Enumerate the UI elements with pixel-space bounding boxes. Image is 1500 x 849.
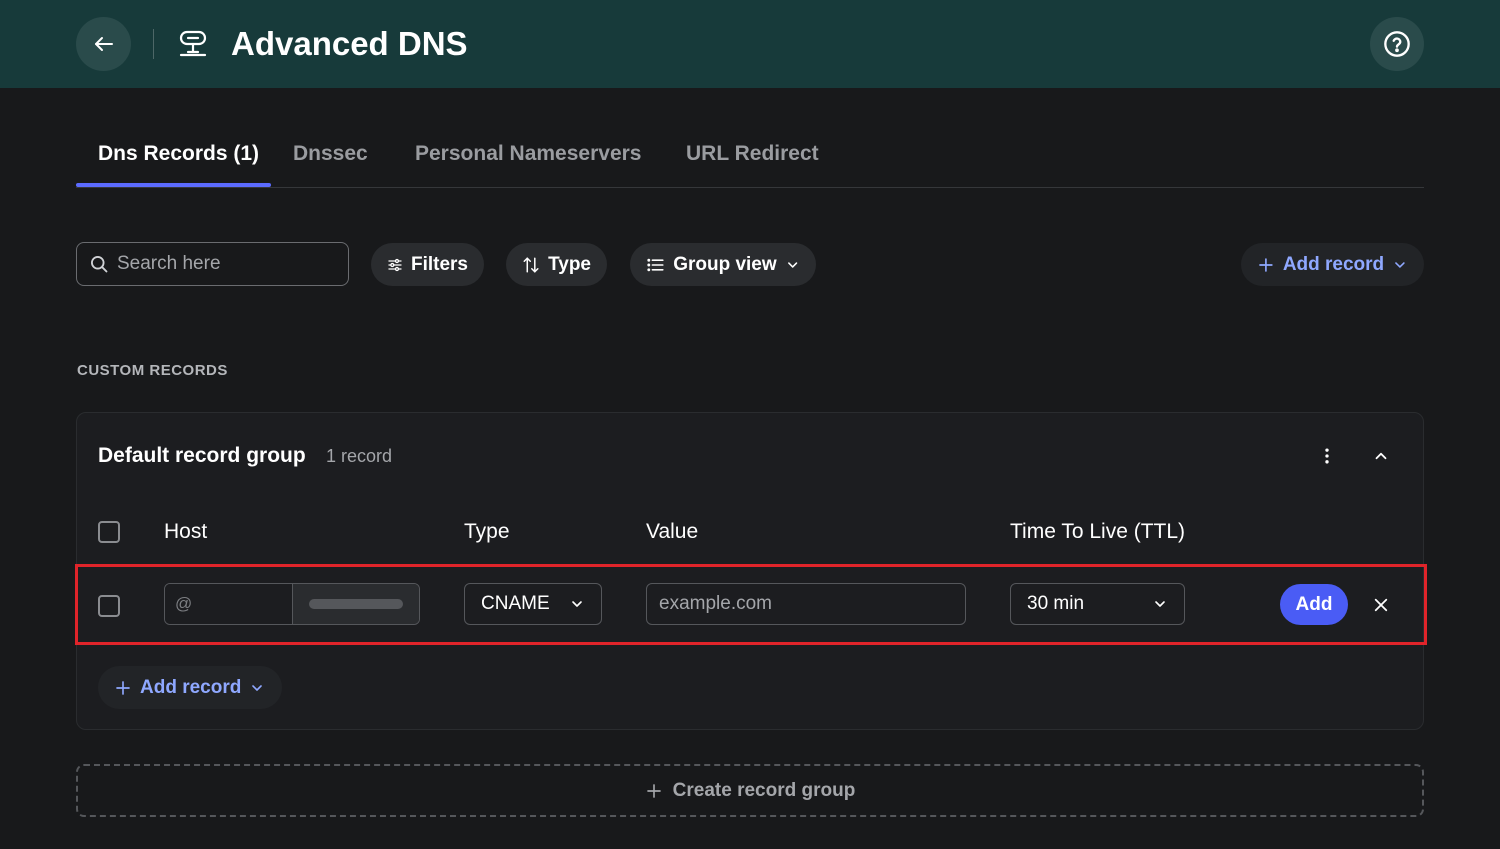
active-tab-indicator bbox=[76, 183, 271, 187]
group-title: Default record group bbox=[98, 444, 306, 467]
dns-server-icon bbox=[176, 27, 210, 61]
search-input[interactable] bbox=[117, 253, 337, 275]
column-header-host: Host bbox=[164, 520, 208, 543]
ttl-value: 30 min bbox=[1027, 593, 1085, 614]
add-record-dropdown-group[interactable]: Add record bbox=[98, 666, 282, 709]
column-header-ttl: Time To Live (TTL) bbox=[1010, 520, 1186, 543]
type-sort-label: Type bbox=[548, 253, 591, 275]
tab-personal-nameservers[interactable]: Personal Nameservers bbox=[415, 140, 641, 168]
list-icon bbox=[647, 258, 664, 271]
arrow-left-icon bbox=[94, 37, 113, 51]
select-all-checkbox[interactable] bbox=[98, 521, 120, 543]
sliders-icon bbox=[388, 258, 402, 271]
add-record-label: Add record bbox=[1282, 253, 1385, 275]
column-header-type: Type bbox=[464, 520, 510, 543]
help-circle-icon bbox=[1384, 31, 1410, 57]
column-header-value: Value bbox=[646, 520, 699, 543]
search-box bbox=[76, 242, 349, 286]
group-view-label: Group view bbox=[673, 253, 777, 275]
ttl-select[interactable]: 30 min bbox=[1010, 583, 1185, 625]
tab-dnssec[interactable]: Dnssec bbox=[293, 140, 368, 168]
add-record-label: Add record bbox=[140, 676, 242, 698]
sort-arrows-icon bbox=[523, 256, 539, 273]
plus-icon bbox=[646, 783, 661, 798]
filters-button[interactable]: Filters bbox=[371, 243, 484, 286]
add-record-dropdown-top[interactable]: Add record bbox=[1241, 243, 1424, 286]
help-button[interactable] bbox=[1370, 17, 1424, 71]
tab-bar: Dns Records (1) Dnssec Personal Nameserv… bbox=[76, 130, 1424, 188]
top-header: Advanced DNS bbox=[0, 0, 1500, 88]
plus-icon bbox=[1259, 257, 1273, 272]
chevron-down-icon bbox=[787, 261, 797, 268]
value-input[interactable] bbox=[646, 583, 966, 625]
group-view-dropdown[interactable]: Group view bbox=[630, 243, 816, 286]
tab-dns-records[interactable]: Dns Records (1) bbox=[98, 140, 259, 168]
create-record-group-button[interactable]: Create record group bbox=[76, 764, 1424, 817]
cancel-record-button[interactable] bbox=[1366, 590, 1396, 620]
chevron-up-icon bbox=[1375, 452, 1387, 460]
chevron-down-icon bbox=[1395, 261, 1405, 268]
add-button[interactable]: Add bbox=[1280, 584, 1348, 625]
create-record-group-label: Create record group bbox=[672, 779, 856, 801]
group-record-count: 1 record bbox=[326, 446, 393, 466]
host-input[interactable] bbox=[165, 584, 293, 624]
group-collapse-button[interactable] bbox=[1366, 441, 1396, 471]
chevron-down-icon bbox=[1155, 601, 1165, 607]
record-type-select[interactable]: CNAME bbox=[464, 583, 602, 625]
tab-url-redirect[interactable]: URL Redirect bbox=[686, 140, 819, 168]
close-icon bbox=[1374, 598, 1388, 612]
search-icon bbox=[91, 256, 108, 273]
plus-icon bbox=[116, 680, 130, 695]
group-more-button[interactable] bbox=[1312, 441, 1342, 471]
chevron-down-icon bbox=[252, 684, 263, 691]
record-type-value: CNAME bbox=[481, 593, 550, 614]
section-label: CUSTOM RECORDS bbox=[77, 362, 228, 379]
more-vertical-icon bbox=[1325, 448, 1329, 464]
host-domain-suffix bbox=[293, 584, 419, 624]
header-divider bbox=[153, 29, 154, 59]
back-button[interactable] bbox=[76, 17, 131, 71]
row-checkbox[interactable] bbox=[98, 595, 120, 617]
chevron-down-icon bbox=[572, 601, 582, 607]
sort-type-button[interactable]: Type bbox=[506, 243, 607, 286]
filters-label: Filters bbox=[410, 253, 468, 275]
page-title: Advanced DNS bbox=[231, 25, 468, 62]
redacted-domain bbox=[309, 599, 403, 609]
host-field bbox=[164, 583, 420, 625]
